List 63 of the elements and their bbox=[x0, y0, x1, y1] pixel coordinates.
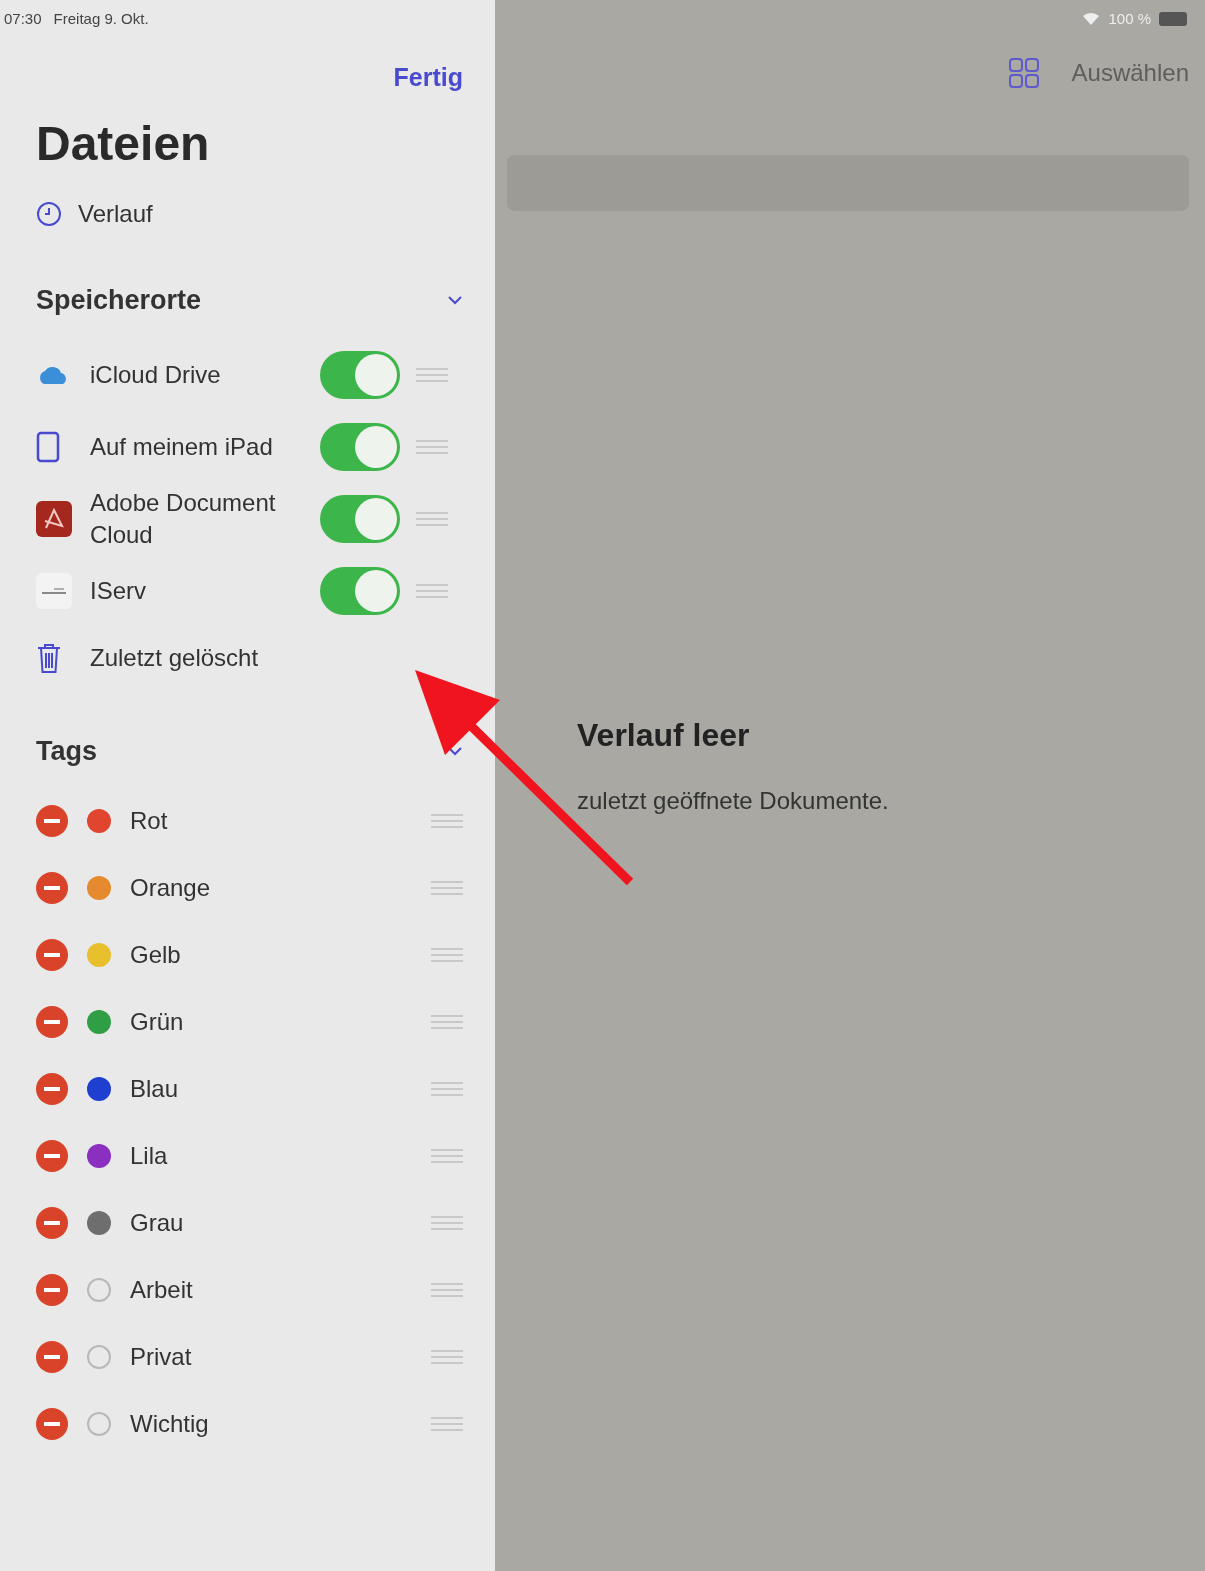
remove-icon[interactable] bbox=[36, 871, 68, 904]
remove-icon[interactable] bbox=[36, 1273, 68, 1306]
drag-handle-icon[interactable] bbox=[431, 1013, 463, 1030]
tag-label[interactable]: Rot bbox=[130, 802, 431, 839]
tag-label[interactable]: Arbeit bbox=[130, 1271, 431, 1308]
trash-icon bbox=[36, 641, 62, 674]
drag-handle-icon[interactable] bbox=[416, 438, 448, 455]
remove-icon[interactable] bbox=[36, 1072, 68, 1105]
tablet-icon bbox=[36, 430, 60, 463]
remove-icon[interactable] bbox=[36, 1407, 68, 1440]
tag-label[interactable]: Gelb bbox=[130, 936, 431, 973]
section-heading: Tags bbox=[36, 734, 97, 768]
drag-handle-icon[interactable] bbox=[431, 1415, 463, 1432]
location-label[interactable]: Adobe Document Cloud bbox=[90, 486, 320, 551]
grid-icon[interactable] bbox=[1007, 56, 1040, 89]
battery-level: 100 % bbox=[1108, 9, 1151, 29]
location-label[interactable]: IServ bbox=[90, 574, 320, 607]
drag-handle-icon[interactable] bbox=[431, 946, 463, 963]
status-date: Freitag 9. Okt. bbox=[53, 9, 149, 29]
remove-icon[interactable] bbox=[36, 938, 68, 971]
remove-icon[interactable] bbox=[36, 1206, 68, 1239]
drag-handle-icon[interactable] bbox=[416, 510, 448, 527]
drag-handle-icon[interactable] bbox=[431, 1348, 463, 1365]
tag-label[interactable]: Orange bbox=[130, 869, 431, 906]
location-label[interactable]: iCloud Drive bbox=[90, 358, 320, 391]
drag-handle-icon[interactable] bbox=[416, 366, 448, 383]
document-app-icon bbox=[36, 500, 72, 537]
location-label[interactable]: Auf meinem iPad bbox=[90, 430, 320, 463]
recents-item[interactable]: Verlauf bbox=[78, 196, 153, 232]
toggle-switch[interactable] bbox=[320, 494, 400, 543]
tag-label[interactable]: Wichtig bbox=[130, 1405, 431, 1442]
tag-label[interactable]: Privat bbox=[130, 1338, 431, 1375]
toggle-switch[interactable] bbox=[320, 566, 400, 615]
drag-handle-icon[interactable] bbox=[431, 1080, 463, 1097]
section-heading: Speicherorte bbox=[36, 284, 202, 317]
remove-icon[interactable] bbox=[36, 1005, 68, 1038]
deleted-item[interactable]: Zuletzt gelöscht bbox=[90, 639, 259, 676]
tag-label[interactable]: Grau bbox=[130, 1204, 431, 1241]
remove-icon[interactable] bbox=[36, 1340, 68, 1373]
wifi-icon bbox=[1082, 12, 1101, 27]
drag-handle-icon[interactable] bbox=[431, 1214, 463, 1231]
remove-icon[interactable] bbox=[36, 804, 68, 837]
tag-label[interactable]: Blau bbox=[130, 1070, 431, 1107]
server-app-icon bbox=[36, 572, 72, 609]
battery-icon bbox=[1159, 12, 1189, 27]
empty-state-text: zuletzt geöffnete Dokumente. bbox=[577, 785, 890, 816]
chevron-icon[interactable] bbox=[447, 745, 463, 756]
done-button[interactable]: Fertig bbox=[393, 58, 463, 96]
clock-icon bbox=[36, 201, 62, 227]
toggle-switch[interactable] bbox=[320, 350, 400, 399]
status-time: 07:30 bbox=[4, 9, 42, 29]
toggle-switch[interactable] bbox=[320, 422, 400, 471]
drag-handle-icon[interactable] bbox=[416, 582, 448, 599]
drag-handle-icon[interactable] bbox=[431, 812, 463, 829]
chevron-icon[interactable] bbox=[447, 295, 463, 306]
tag-label[interactable]: Lila bbox=[130, 1137, 431, 1174]
sidebar-title: Dateien bbox=[36, 120, 211, 168]
drag-handle-icon[interactable] bbox=[431, 1147, 463, 1164]
remove-icon[interactable] bbox=[36, 1139, 68, 1172]
tag-label[interactable]: Grün bbox=[130, 1003, 431, 1040]
empty-state-title: Verlauf leer bbox=[577, 715, 751, 755]
drag-handle-icon[interactable] bbox=[431, 1281, 463, 1298]
drag-handle-icon[interactable] bbox=[431, 879, 463, 896]
